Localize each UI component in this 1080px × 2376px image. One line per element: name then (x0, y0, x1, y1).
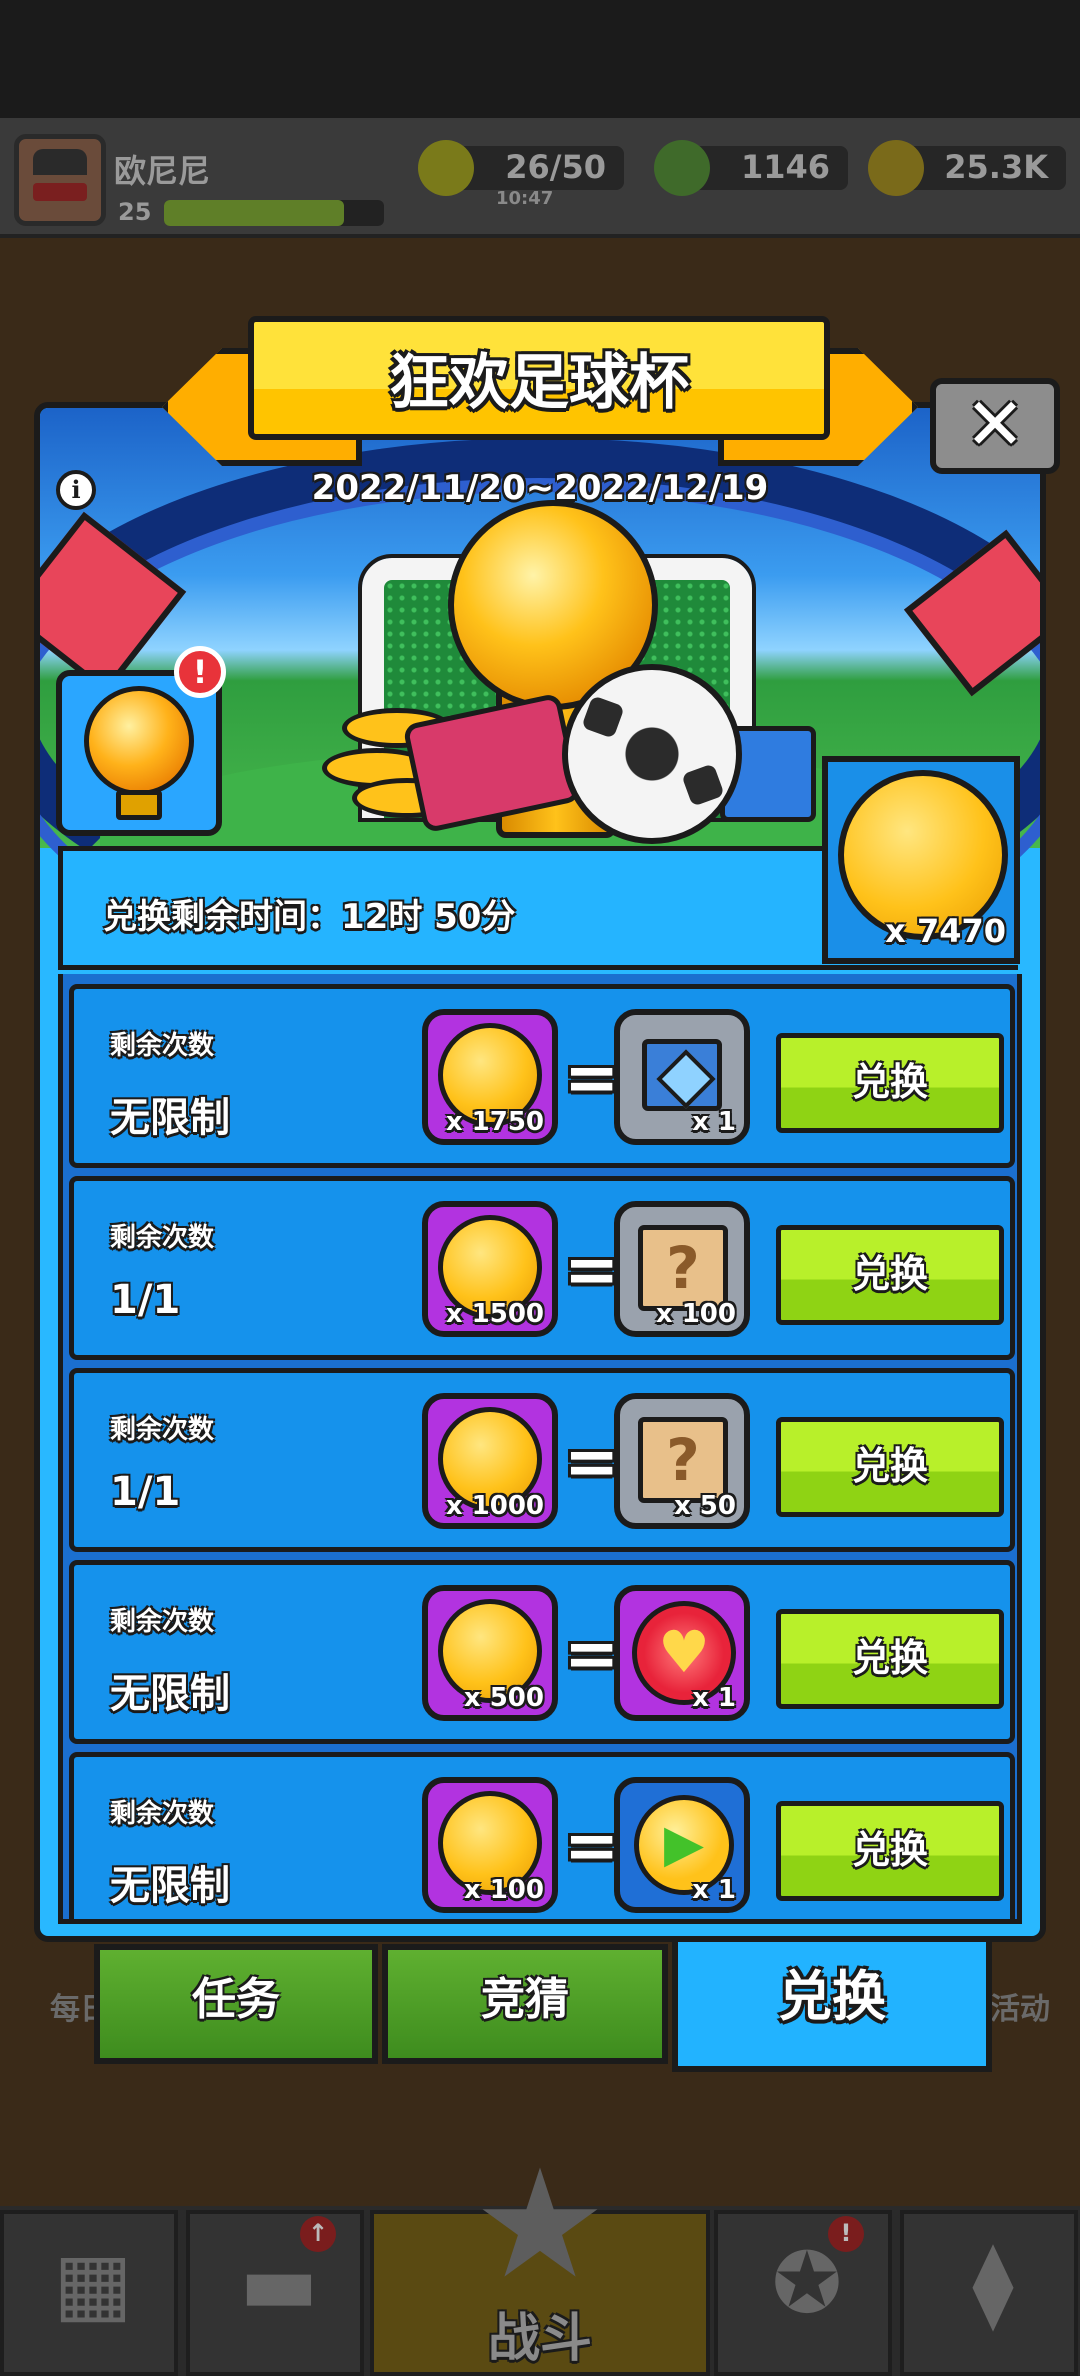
cost-tile: x 100 (422, 1777, 558, 1913)
cost-qty: x 100 (463, 1875, 544, 1905)
status-bar-area (0, 0, 1080, 118)
equals-sign: = (564, 1039, 620, 1116)
player-avatar[interactable] (14, 134, 106, 226)
exchange-button[interactable]: 兑换 (776, 1801, 1004, 1901)
dna-icon: ⧫ (972, 2234, 1014, 2332)
reward-qty: x 50 (673, 1491, 736, 1521)
cost-tile: x 1500 (422, 1201, 558, 1337)
reward-qty: x 1 (692, 1875, 736, 1905)
weapons-upgrade-badge: ↑ (300, 2216, 336, 2252)
alert-icon: ! (174, 646, 226, 698)
reward-tile: ▶ x 1 (614, 1777, 750, 1913)
info-icon[interactable]: i (56, 470, 96, 510)
cost-qty: x 1500 (445, 1299, 544, 1329)
lightning-icon (418, 140, 474, 196)
player-level: 25 (118, 198, 152, 226)
reward-tile: ? x 50 (614, 1393, 750, 1529)
popup-title: 狂欢足球杯 (389, 348, 689, 418)
exchange-row: 剩余次数 无限制 x 500 = ♥ x 1 兑换 (69, 1560, 1015, 1744)
exchange-remaining-time: 兑换剩余时间：12时 50分 (103, 897, 516, 937)
reward-qty: x 1 (692, 1683, 736, 1713)
cost-qty: x 1000 (445, 1491, 544, 1521)
remaining-value: 1/1 (110, 1469, 181, 1515)
equals-sign: = (564, 1807, 620, 1884)
xp-progress-fill (164, 200, 345, 226)
tab-exchange[interactable]: 兑换 (672, 1936, 992, 2072)
equals-sign: = (564, 1615, 620, 1692)
team-alert-badge: ! (828, 2216, 864, 2252)
gem-icon (654, 140, 710, 196)
energy-timer: 10:47 (496, 188, 554, 209)
reward-qty: x 100 (655, 1299, 736, 1329)
nav-upgrade[interactable]: ⧫ (900, 2210, 1078, 2376)
reward-tile: ♥ x 1 (614, 1585, 750, 1721)
nav-shop[interactable]: ▦ (0, 2210, 178, 2376)
exchange-button[interactable]: 兑换 (776, 1225, 1004, 1325)
trophy-coin-balance: x 7470 (822, 756, 1020, 964)
nav-weapons[interactable]: ▬ (186, 2210, 364, 2376)
title-banner: 狂欢足球杯 (248, 316, 830, 440)
exchange-row: 剩余次数 1/1 x 1000 = ? x 50 兑换 (69, 1368, 1015, 1552)
cost-qty: x 500 (463, 1683, 544, 1713)
remaining-value: 无限制 (110, 1671, 230, 1717)
reward-tile: ? x 100 (614, 1201, 750, 1337)
remaining-value: 无限制 (110, 1095, 230, 1141)
player-name: 欧尼尼 (114, 152, 211, 190)
football-icon (562, 664, 742, 844)
exchange-button[interactable]: 兑换 (776, 1417, 1004, 1517)
remaining-label: 剩余次数 (110, 1223, 215, 1253)
tab-tasks[interactable]: 任务 (94, 1944, 378, 2064)
reward-tile: x 1 (614, 1009, 750, 1145)
golden-ball-icon (84, 686, 194, 796)
remaining-label: 剩余次数 (110, 1799, 215, 1829)
remaining-label: 剩余次数 (110, 1415, 215, 1445)
remaining-label: 剩余次数 (110, 1031, 215, 1061)
cost-tile: x 1000 (422, 1393, 558, 1529)
exchange-button[interactable]: 兑换 (776, 1609, 1004, 1709)
exchange-row: 剩余次数 1/1 x 1500 = ? x 100 兑换 (69, 1176, 1015, 1360)
tab-guess[interactable]: 竞猜 (382, 1944, 668, 2064)
nav-team[interactable]: ✪ (714, 2210, 892, 2376)
cost-qty: x 1750 (445, 1107, 544, 1137)
cost-tile: x 1750 (422, 1009, 558, 1145)
exchange-button[interactable]: 兑换 (776, 1033, 1004, 1133)
cost-tile: x 500 (422, 1585, 558, 1721)
gun-icon: ▬ (239, 2234, 319, 2332)
star-ball-icon: ✪ (771, 2234, 843, 2332)
coin-icon (868, 140, 924, 196)
remaining-value: 1/1 (110, 1277, 181, 1323)
energy-counter[interactable]: 26/50 (448, 146, 624, 190)
trophy-stem (116, 790, 162, 820)
reward-qty: x 1 (692, 1107, 736, 1137)
remaining-value: 无限制 (110, 1863, 230, 1909)
remaining-label: 剩余次数 (110, 1607, 215, 1637)
shop-icon: ▦ (53, 2234, 133, 2332)
side-label-right: 活动 (990, 1992, 1050, 2027)
trophy-coin-count: x 7470 (885, 912, 1006, 950)
event-date-range: 2022/11/20~2022/12/19 (311, 468, 769, 508)
xp-progress-bar (164, 200, 384, 226)
equals-sign: = (564, 1231, 620, 1308)
exchange-row: 剩余次数 无限制 x 100 = ▶ x 1 兑换 (69, 1752, 1015, 1919)
exchange-list[interactable]: 剩余次数 无限制 x 1750 = x 1 兑换 剩余次数 1/1 x 1500… (58, 974, 1022, 1924)
close-button[interactable]: ✕ (930, 378, 1060, 474)
battle-label: 战斗 (487, 2309, 592, 2369)
battle-star-icon: ★ (472, 2138, 608, 2312)
equals-sign: = (564, 1423, 620, 1500)
chest-icon (642, 1039, 722, 1111)
exchange-row: 剩余次数 无限制 x 1750 = x 1 兑换 (69, 984, 1015, 1168)
